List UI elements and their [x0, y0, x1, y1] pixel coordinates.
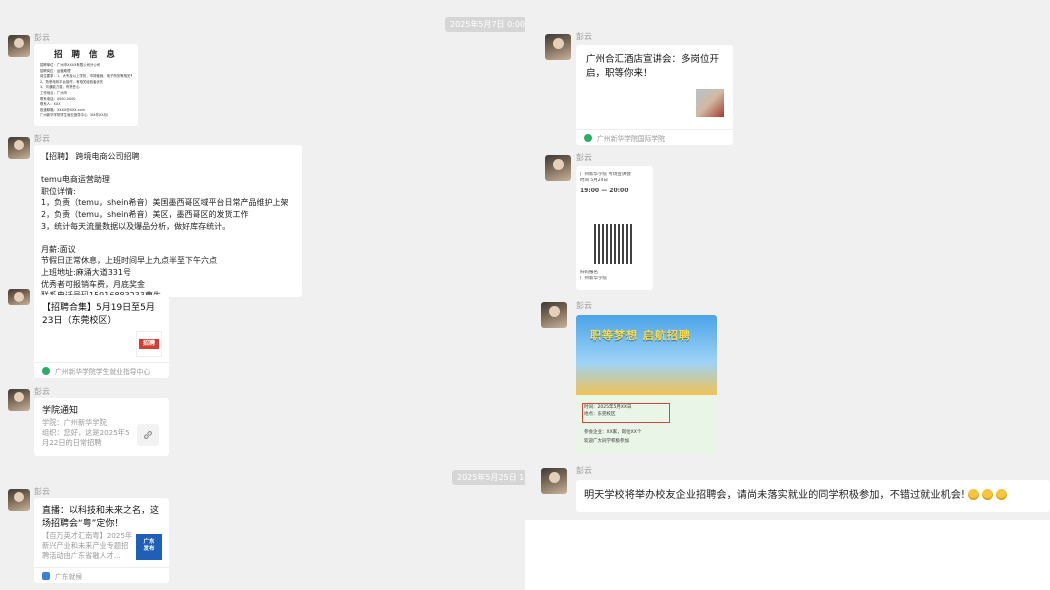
live-stream-card[interactable]: 直播：以科技和未来之名，这场招聘会“粤”定你！ 【百万英才汇南粤】2025年新兴… — [34, 498, 169, 583]
sender-name: 彭云 — [34, 387, 50, 396]
sender-name: 彭云 — [576, 153, 592, 162]
qr-text-line: 时间 5月24日 — [580, 178, 609, 183]
poster-note: 时间：2025年5月XX日 — [584, 405, 632, 410]
timestamp: 2025年5月7日 0:00 — [445, 17, 525, 32]
sender-avatar[interactable] — [8, 137, 30, 159]
source-icon — [584, 133, 592, 142]
card-source: 广州新华学院学生就业指导中心 — [34, 362, 169, 378]
sender-avatar[interactable] — [8, 489, 30, 511]
card-source: 广东就候 — [34, 567, 169, 583]
card-thumbnail: 广东 发布 — [136, 534, 162, 560]
card-title: 直播：以科技和未来之名，这场招聘会“粤”定你！ — [42, 506, 160, 529]
empty-area — [525, 520, 1050, 590]
poster-line: 岗位要求：1、大专及以上学历，市场营销、电子商务等相关专业 — [40, 74, 132, 79]
sender-avatar[interactable] — [541, 468, 567, 494]
card-description: 学院：广州新华学院 组织：您好，这是2025年5月22日的日常招聘 — [42, 418, 130, 447]
card-title: 【招聘合集】5月19日至5月23日（东莞校区） — [42, 303, 155, 326]
poster-title: 职等梦想 启航招聘 — [590, 329, 691, 342]
sender-name: 彭云 — [576, 466, 592, 475]
sender-avatar[interactable] — [8, 389, 30, 411]
timestamp: 2025年5月25日 11:00 — [452, 470, 525, 485]
sender-avatar[interactable] — [545, 155, 571, 181]
poster-title: 招 聘 信 息 — [54, 50, 118, 60]
card-thumbnail: 招聘 — [136, 331, 162, 357]
poster-note: 欢迎广大同学积极参加 — [584, 439, 629, 444]
emoji-icon — [968, 489, 980, 500]
emoji-icon — [982, 489, 994, 500]
qr-code-image[interactable]: 广州新华学院 专场宣讲会 时间 5月24日 19:00 — 20:00 扫码报名… — [576, 166, 653, 290]
sender-name: 彭云 — [34, 134, 50, 143]
info-session-card[interactable]: 广州合汇酒店宣讲会：多岗位开启，职等你来！ 广州新华学院国际学院 — [576, 45, 733, 145]
job-post-text-message[interactable]: 【招聘】 跨境电商公司招聘 temu电商运营助理 职位详情: 1，负责（temu… — [34, 145, 302, 300]
recruitment-poster-image[interactable]: 招 聘 信 息 招聘单位：广州市XXXX有限公司分公司 招聘岗位：运营助理 岗位… — [34, 44, 138, 126]
qr-text-line: 广州新华学院 — [580, 276, 607, 281]
sender-avatar[interactable] — [545, 34, 571, 60]
card-source: 广州新华学院国际学院 — [576, 129, 733, 145]
card-title: 学院通知 — [42, 406, 79, 416]
sender-name: 彭云 — [34, 33, 50, 42]
card-source-label: 广东就候 — [55, 572, 83, 581]
card-description: 【百万英才汇南粤】2025年新兴产业和未来产业专题招聘活动由广东省融人才... — [42, 531, 133, 560]
card-title: 广州合汇酒店宣讲会：多岗位开启，职等你来！ — [586, 54, 720, 79]
sender-name: 彭云 — [576, 32, 592, 41]
source-icon — [42, 366, 50, 375]
message-text: 明天学校将举办校友企业招聘会，请尚未落实就业的同学积极参加，不错过就业机会! — [584, 490, 966, 501]
qr-footer: 扫码报名 广州新华学院 — [580, 270, 607, 282]
sender-avatar[interactable] — [8, 289, 30, 305]
card-source-label: 广州新华学院学生就业指导中心 — [55, 367, 151, 376]
poster-note: 参会企业：XX家，岗位XX个 — [584, 430, 642, 435]
left-chat-pane[interactable]: 彭云 招 聘 信 息 招聘单位：广州市XXXX有限公司分公司 招聘岗位：运营助理… — [0, 0, 525, 590]
emoji-icon — [996, 489, 1008, 500]
qr-code — [594, 224, 634, 264]
sender-avatar[interactable] — [8, 35, 30, 57]
recruitment-collection-card[interactable]: 【招聘合集】5月19日至5月23日（东莞校区） 招聘 广州新华学院学生就业指导中… — [34, 295, 169, 378]
card-source-label: 广州新华学院国际学院 — [597, 134, 665, 143]
job-fair-announcement-message[interactable]: 明天学校将举办校友企业招聘会，请尚未落实就业的同学积极参加，不错过就业机会! — [576, 480, 1050, 512]
qr-time: 19:00 — 20:00 — [580, 188, 629, 194]
job-fair-poster-image[interactable]: 职等梦想 启航招聘 时间：2025年5月XX日 地点：东莞校区 参会企业：XX家… — [576, 315, 717, 455]
source-icon — [42, 571, 50, 580]
sender-name: 彭云 — [576, 301, 592, 310]
poster-note: 地点：东莞校区 — [584, 412, 616, 417]
poster-line: 广州新华学院学生就业指导中心（XX年XX月） — [40, 113, 111, 118]
right-chat-pane[interactable]: 彭云 广州合汇酒店宣讲会：多岗位开启，职等你来！ 广州新华学院国际学院 彭云 广… — [525, 0, 1050, 590]
sender-avatar[interactable] — [541, 302, 567, 328]
link-icon — [137, 424, 159, 446]
thumbnail-label: 招聘 — [139, 339, 159, 349]
card-thumbnail — [696, 89, 724, 117]
college-notice-card[interactable]: 学院通知 学院：广州新华学院 组织：您好，这是2025年5月22日的日常招聘 — [34, 398, 169, 456]
sender-name: 彭云 — [34, 487, 50, 496]
